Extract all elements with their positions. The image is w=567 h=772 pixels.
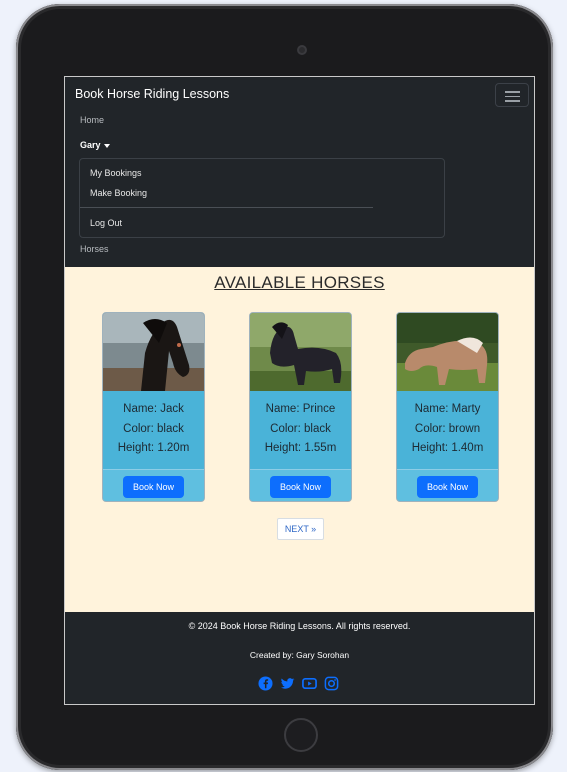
page-title: AVAILABLE HORSES bbox=[214, 273, 385, 292]
youtube-icon[interactable] bbox=[302, 676, 317, 691]
caret-down-icon bbox=[103, 143, 110, 148]
next-page-button[interactable]: NEXT » bbox=[277, 518, 324, 540]
book-now-button[interactable]: Book Now bbox=[123, 476, 184, 498]
hamburger-bar bbox=[505, 95, 520, 97]
nav-home[interactable]: Home bbox=[80, 115, 104, 125]
horse-image bbox=[103, 313, 204, 391]
tablet-frame: Book Horse Riding Lessons Home Gary My B… bbox=[16, 4, 553, 770]
horse-photo bbox=[250, 313, 351, 391]
horse-name: Name: Marty bbox=[414, 403, 481, 415]
creator-text: Created by: Gary Sorohan bbox=[249, 650, 350, 660]
dropdown-divider bbox=[80, 207, 373, 208]
nav-user-label: Gary bbox=[80, 140, 101, 150]
horse-details: Name: Jack Color: black Height: 1.20m bbox=[103, 391, 204, 459]
horse-card: Name: Prince Color: black Height: 1.55m … bbox=[249, 312, 352, 502]
book-now-button[interactable]: Book Now bbox=[417, 476, 478, 498]
nav-user-dropdown[interactable]: Gary bbox=[80, 140, 110, 150]
camera-icon bbox=[297, 45, 307, 55]
horse-color: Color: black bbox=[270, 422, 331, 435]
horse-color: Color: brown bbox=[414, 422, 481, 435]
horse-height: Height: 1.55m bbox=[264, 442, 337, 454]
horse-name: Name: Prince bbox=[265, 403, 336, 415]
instagram-icon[interactable] bbox=[324, 676, 339, 691]
menu-toggle-button[interactable] bbox=[495, 83, 529, 107]
main-content: AVAILABLE HORSES Name: Jack Color: black… bbox=[65, 267, 534, 612]
hamburger-icon bbox=[505, 91, 520, 93]
horse-image bbox=[397, 313, 498, 391]
card-footer: Book Now bbox=[103, 469, 204, 501]
horse-color: Color: black bbox=[123, 422, 184, 435]
card-footer: Book Now bbox=[397, 469, 498, 501]
dropdown-make-booking[interactable]: Make Booking bbox=[90, 188, 147, 198]
horse-height: Height: 1.20m bbox=[117, 442, 190, 454]
user-dropdown-menu: My Bookings Make Booking Log Out bbox=[79, 158, 445, 238]
horse-card: Name: Marty Color: brown Height: 1.40m B… bbox=[396, 312, 499, 502]
horse-photo bbox=[397, 313, 498, 391]
navbar: Book Horse Riding Lessons Home Gary My B… bbox=[65, 77, 534, 267]
horse-details: Name: Marty Color: brown Height: 1.40m bbox=[397, 391, 498, 459]
footer: © 2024 Book Horse Riding Lessons. All ri… bbox=[65, 612, 534, 704]
screen: Book Horse Riding Lessons Home Gary My B… bbox=[64, 76, 535, 705]
hamburger-bar bbox=[505, 100, 520, 102]
horse-name: Name: Jack bbox=[123, 403, 184, 415]
horse-height: Height: 1.40m bbox=[411, 442, 484, 454]
nav-horses[interactable]: Horses bbox=[80, 244, 109, 254]
home-button[interactable] bbox=[284, 718, 318, 752]
dropdown-my-bookings[interactable]: My Bookings bbox=[90, 168, 142, 178]
horse-details: Name: Prince Color: black Height: 1.55m bbox=[250, 391, 351, 459]
horse-card: Name: Jack Color: black Height: 1.20m Bo… bbox=[102, 312, 205, 502]
social-links bbox=[258, 676, 339, 691]
dropdown-log-out[interactable]: Log Out bbox=[90, 218, 122, 228]
book-now-button[interactable]: Book Now bbox=[270, 476, 331, 498]
card-footer: Book Now bbox=[250, 469, 351, 501]
horse-photo bbox=[103, 313, 204, 391]
twitter-icon[interactable] bbox=[280, 676, 295, 691]
brand-link[interactable]: Book Horse Riding Lessons bbox=[75, 87, 229, 101]
horse-image bbox=[250, 313, 351, 391]
facebook-icon[interactable] bbox=[258, 676, 273, 691]
copyright-text: © 2024 Book Horse Riding Lessons. All ri… bbox=[188, 621, 411, 631]
